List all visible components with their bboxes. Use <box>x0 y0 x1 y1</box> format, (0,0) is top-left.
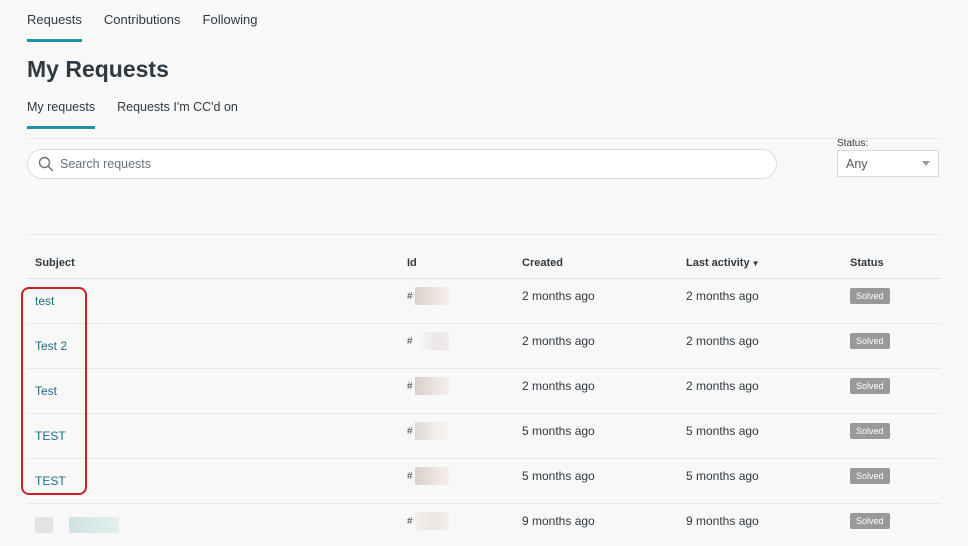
header-last-activity-label: Last activity <box>686 257 750 269</box>
request-created: 5 months ago <box>522 424 595 438</box>
status-badge: Solved <box>850 378 890 394</box>
sort-desc-icon: ▼ <box>751 259 760 268</box>
redacted-id <box>414 512 449 530</box>
redacted-id <box>414 467 449 485</box>
status-badge: Solved <box>850 288 890 304</box>
request-id: # <box>407 287 522 305</box>
table-row: TEST # 5 months ago 5 months ago Solved <box>27 459 941 504</box>
header-created[interactable]: Created <box>522 257 686 269</box>
request-last-activity: 5 months ago <box>686 424 759 438</box>
request-last-activity: 2 months ago <box>686 334 759 348</box>
table-row: test # 2 months ago 2 months ago Solved <box>27 279 941 324</box>
header-id[interactable]: Id <box>407 257 522 269</box>
status-badge: Solved <box>850 468 890 484</box>
request-last-activity: 2 months ago <box>686 379 759 393</box>
tab-requests[interactable]: Requests <box>27 12 82 42</box>
request-created: 2 months ago <box>522 334 595 348</box>
request-last-activity: 5 months ago <box>686 469 759 483</box>
request-id: # <box>407 422 522 440</box>
request-id-prefix: # <box>407 425 413 437</box>
request-id-prefix: # <box>407 515 413 527</box>
redacted-id <box>414 287 449 305</box>
status-badge: Solved <box>850 333 890 349</box>
header-last-activity[interactable]: Last activity ▼ <box>686 257 850 269</box>
request-id: # <box>407 332 522 350</box>
redacted-block <box>35 516 53 533</box>
tab-contributions[interactable]: Contributions <box>104 12 181 42</box>
search-input[interactable] <box>58 156 752 172</box>
request-id-prefix: # <box>407 380 413 392</box>
status-filter-label: Status: <box>837 138 869 149</box>
request-id-prefix: # <box>407 290 413 302</box>
tab-following[interactable]: Following <box>203 12 258 42</box>
redacted-subject[interactable] <box>35 516 119 533</box>
divider <box>27 234 941 235</box>
redacted-id <box>414 332 449 350</box>
request-created: 5 months ago <box>522 469 595 483</box>
page-title: My Requests <box>27 56 169 82</box>
sub-tabs: My requests Requests I'm CC'd on <box>27 100 238 129</box>
status-filter-value: Any <box>846 156 868 171</box>
table-row: # 9 months ago 9 months ago Solved <box>27 504 941 546</box>
redacted-id <box>414 422 449 440</box>
request-id: # <box>407 512 522 530</box>
search-box[interactable] <box>27 149 777 179</box>
request-id: # <box>407 377 522 395</box>
table-row: Test 2 # 2 months ago 2 months ago Solve… <box>27 324 941 369</box>
table-row: TEST # 5 months ago 5 months ago Solved <box>27 414 941 459</box>
request-id: # <box>407 467 522 485</box>
highlight-annotation <box>21 287 87 495</box>
status-badge: Solved <box>850 513 890 529</box>
chevron-down-icon <box>922 161 930 166</box>
table-header: Subject Id Created Last activity ▼ Status <box>27 248 941 279</box>
request-id-prefix: # <box>407 470 413 482</box>
request-created: 2 months ago <box>522 379 595 393</box>
request-last-activity: 2 months ago <box>686 289 759 303</box>
header-subject[interactable]: Subject <box>27 257 407 269</box>
table-row: Test # 2 months ago 2 months ago Solved <box>27 369 941 414</box>
redacted-block <box>69 516 119 533</box>
tab-my-requests[interactable]: My requests <box>27 100 96 129</box>
request-created: 2 months ago <box>522 289 595 303</box>
divider <box>27 138 941 139</box>
tab-cc-requests[interactable]: Requests I'm CC'd on <box>117 100 238 129</box>
search-icon <box>38 156 54 172</box>
status-badge: Solved <box>850 423 890 439</box>
status-filter-select[interactable]: Any <box>837 150 939 177</box>
redacted-id <box>414 377 449 395</box>
request-id-prefix: # <box>407 335 413 347</box>
top-tabs: Requests Contributions Following <box>27 12 257 42</box>
request-last-activity: 9 months ago <box>686 514 759 528</box>
requests-table: Subject Id Created Last activity ▼ Status… <box>27 248 941 546</box>
request-created: 9 months ago <box>522 514 595 528</box>
header-status[interactable]: Status <box>850 257 941 269</box>
requests-page: Requests Contributions Following My Requ… <box>0 0 968 546</box>
